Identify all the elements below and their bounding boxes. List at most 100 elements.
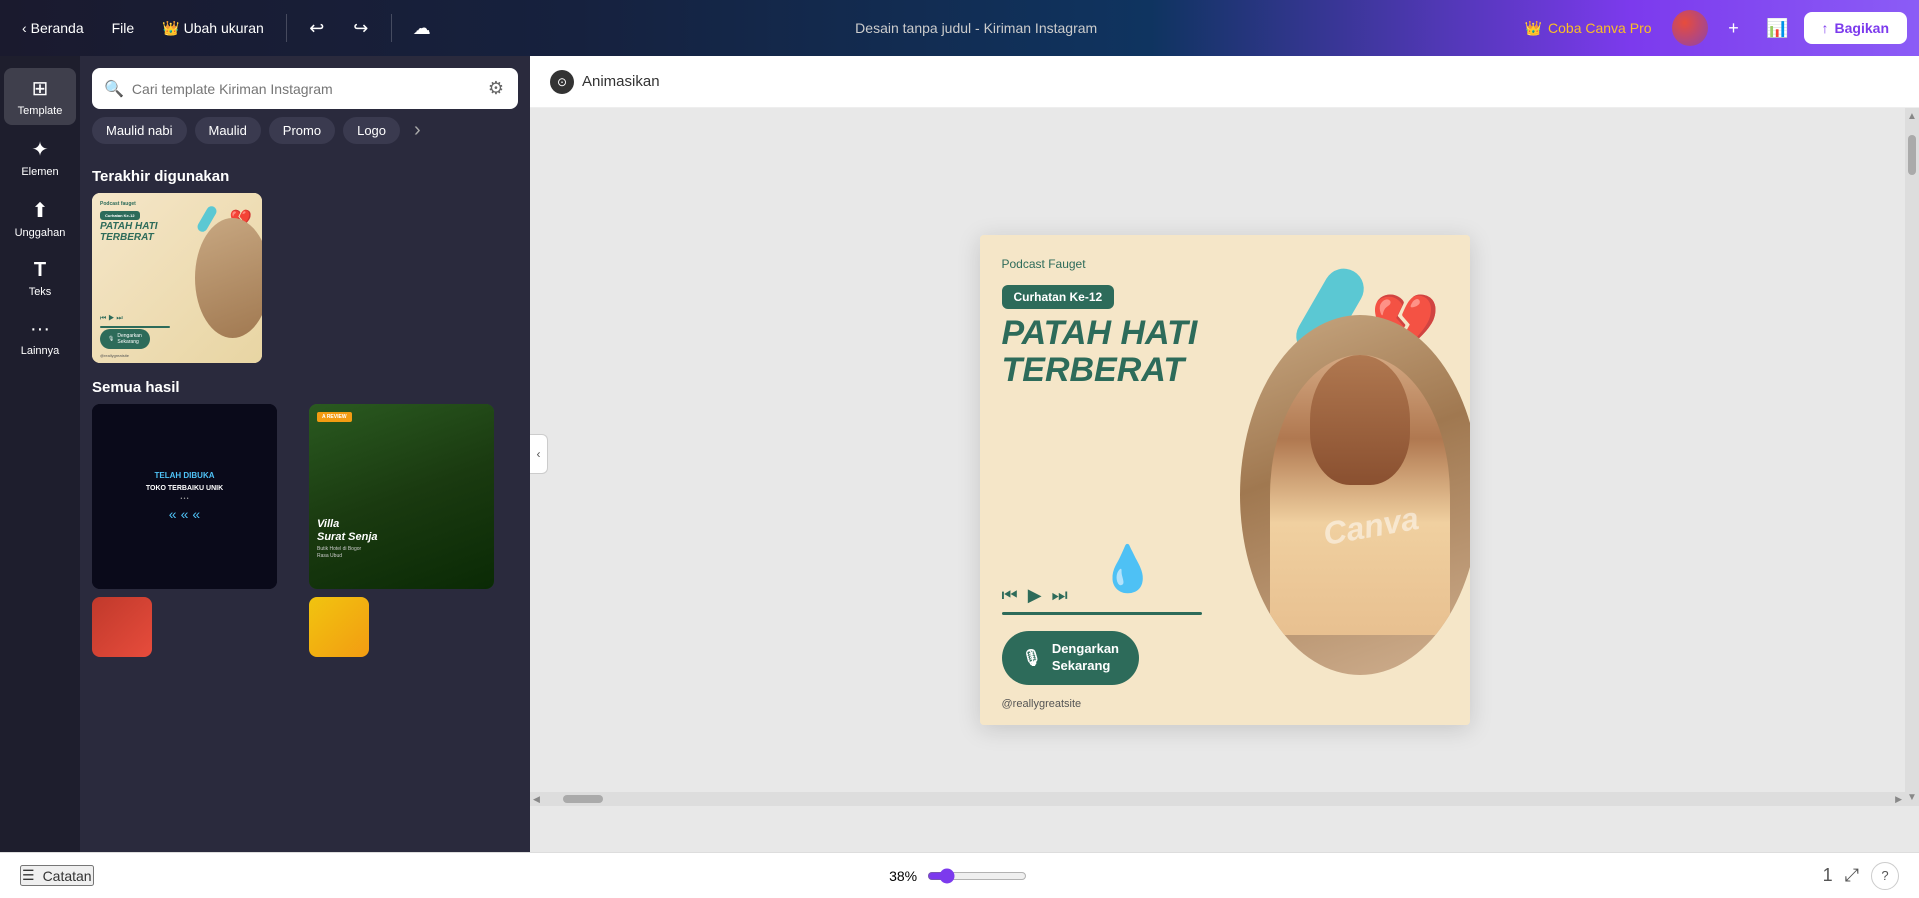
upload-icon: ⬆ [32, 198, 49, 223]
scroll-left-arrow[interactable]: ◀ [530, 794, 543, 805]
redo-button[interactable]: ↪ [343, 10, 379, 46]
template-thumb-villa[interactable]: A REVIEW VillaSurat Senja Butik Hotel di… [309, 404, 494, 589]
share-label: Bagikan [1835, 20, 1889, 36]
avatar[interactable] [1672, 10, 1708, 46]
canvas-title-line2: TERBERAT [1002, 352, 1198, 389]
canvas-wrapper: Podcast Fauget Curhatan Ke-12 PATAH HATI… [530, 108, 1919, 852]
tags-more-button[interactable]: › [408, 117, 427, 144]
player-progress-bar [1002, 612, 1202, 615]
scroll-thumb-v [1908, 135, 1916, 175]
template-panel: 🔍 ⚙ Maulid nabi Maulid Promo Logo › [80, 56, 530, 852]
file-button[interactable]: File [102, 14, 145, 42]
share-icon: ↑ [1822, 20, 1829, 36]
plus-icon: + [1728, 18, 1739, 39]
horizontal-scrollbar[interactable]: ◀ ▶ [530, 792, 1905, 806]
filter-icon: ⚙ [488, 78, 504, 98]
animate-label: Animasikan [582, 73, 660, 90]
sidebar-item-teks[interactable]: T Teks [4, 251, 76, 306]
animate-button[interactable]: ⊙ Animasikan [550, 70, 660, 94]
section-all-title: Semua hasil [92, 379, 518, 396]
canvas-title-line1: PATAH HATI [1002, 315, 1198, 352]
template-thumb-toko[interactable]: TELAH DIBUKA TOKO TERBAIKU UNIK • • • « … [92, 404, 277, 589]
crown-pro-icon: 👑 [1525, 20, 1542, 37]
undo-button[interactable]: ↩ [299, 10, 335, 46]
recent-templates-grid: Podcast fauget Curhatan Ke-12 PATAH HATI… [92, 193, 518, 363]
notes-button[interactable]: ☰ Catatan [20, 865, 94, 886]
chevron-left-icon: ‹ [537, 447, 541, 461]
canvas-photo-circle [1240, 315, 1470, 675]
canvas-badge[interactable]: Curhatan Ke-12 [1002, 285, 1115, 309]
template-thumb-podcast-recent[interactable]: Podcast fauget Curhatan Ke-12 PATAH HATI… [92, 193, 262, 363]
undo-icon: ↩ [309, 18, 324, 39]
try-pro-button[interactable]: 👑 Coba Canva Pro [1513, 14, 1664, 43]
sidebar-template-label: Template [18, 105, 63, 117]
sidebar-unggahan-label: Unggahan [15, 227, 66, 239]
scroll-down-arrow[interactable]: ▼ [1904, 789, 1919, 806]
scroll-up-arrow[interactable]: ▲ [1904, 108, 1919, 125]
text-icon: T [34, 259, 46, 282]
fullscreen-icon: ⤢ [1845, 865, 1859, 885]
cloud-icon: ☁ [413, 18, 431, 39]
play-icon[interactable]: ▶ [1028, 585, 1042, 606]
crown-icon: 👑 [162, 20, 179, 37]
notes-label: Catatan [43, 868, 92, 884]
nav-separator-2 [391, 14, 392, 42]
sidebar-item-lainnya[interactable]: ··· Lainnya [4, 310, 76, 365]
hide-panel-button[interactable]: ‹ [530, 434, 548, 474]
search-input[interactable] [132, 81, 478, 97]
canvas-cta[interactable]: 🎙 DengarkanSekarang [1002, 631, 1140, 685]
add-button[interactable]: + [1716, 10, 1752, 46]
canvas-podcast-label: Podcast Fauget [1002, 257, 1086, 271]
canvas-main-title[interactable]: PATAH HATI TERBERAT [1002, 315, 1198, 390]
bottom-bar: ☰ Catatan 38% 1 ⤢ ? [0, 852, 1919, 898]
nav-separator [286, 14, 287, 42]
left-sidebar: ⊞ Template ✦ Elemen ⬆ Unggahan T Teks ··… [0, 56, 80, 852]
share-button[interactable]: ↑ Bagikan [1804, 12, 1907, 44]
file-label: File [112, 20, 135, 36]
all-templates-grid: TELAH DIBUKA TOKO TERBAIKU UNIK • • • « … [92, 404, 518, 657]
ubah-ukuran-button[interactable]: 👑 Ubah ukuran [152, 14, 274, 43]
sidebar-item-unggahan[interactable]: ⬆ Unggahan [4, 190, 76, 247]
zoom-value: 38% [889, 868, 917, 884]
question-mark-icon: ? [1881, 868, 1888, 883]
cloud-save-button[interactable]: ☁ [404, 10, 440, 46]
sidebar-item-template[interactable]: ⊞ Template [4, 68, 76, 125]
bar-chart-icon: 📊 [1766, 18, 1788, 39]
top-navigation: ‹ Beranda File 👑 Ubah ukuran ↩ ↪ ☁ Desai… [0, 0, 1919, 56]
animate-icon: ⊙ [550, 70, 574, 94]
bottom-right-controls: 1 ⤢ ? [1823, 862, 1899, 890]
beranda-button[interactable]: ‹ Beranda [12, 14, 94, 42]
tag-maulid[interactable]: Maulid [195, 117, 261, 144]
document-title: Desain tanpa judul - Kiriman Instagram [448, 20, 1505, 36]
main-area: ⊞ Template ✦ Elemen ⬆ Unggahan T Teks ··… [0, 56, 1919, 852]
canvas-card[interactable]: Podcast Fauget Curhatan Ke-12 PATAH HATI… [980, 235, 1470, 725]
prev-icon[interactable]: ⏮ [1002, 585, 1018, 606]
notes-icon: ☰ [22, 867, 35, 884]
page-number: 1 [1823, 865, 1833, 885]
page-button[interactable]: 1 [1823, 865, 1833, 886]
vertical-scrollbar[interactable]: ▲ ▼ [1905, 108, 1919, 806]
section-recent-title: Terakhir digunakan [92, 168, 518, 185]
template-thumb-3[interactable] [92, 597, 152, 657]
tag-promo[interactable]: Promo [269, 117, 335, 144]
tag-logo[interactable]: Logo [343, 117, 400, 144]
cta-text: DengarkanSekarang [1052, 641, 1119, 675]
tag-maulid-nabi[interactable]: Maulid nabi [92, 117, 187, 144]
redo-icon: ↪ [353, 18, 368, 39]
panel-scroll: Terakhir digunakan Podcast fauget Curhat… [80, 156, 530, 852]
zoom-slider[interactable] [927, 868, 1027, 884]
scroll-right-arrow[interactable]: ▶ [1892, 794, 1905, 805]
help-button[interactable]: ? [1871, 862, 1899, 890]
stats-button[interactable]: 📊 [1760, 10, 1796, 46]
next-icon[interactable]: ⏭ [1052, 585, 1068, 606]
tag-row: Maulid nabi Maulid Promo Logo › [80, 117, 530, 156]
template-thumb-4[interactable] [309, 597, 369, 657]
template-icon: ⊞ [32, 76, 49, 101]
zoom-controls: 38% [889, 868, 1027, 884]
photo-placeholder [1240, 315, 1470, 675]
filter-button[interactable]: ⚙ [486, 76, 506, 101]
ubah-ukuran-label: Ubah ukuran [184, 20, 264, 36]
canvas-toolbar: ⊙ Animasikan [530, 56, 1919, 108]
sidebar-item-elemen[interactable]: ✦ Elemen [4, 129, 76, 186]
fullscreen-button[interactable]: ⤢ [1845, 865, 1859, 886]
